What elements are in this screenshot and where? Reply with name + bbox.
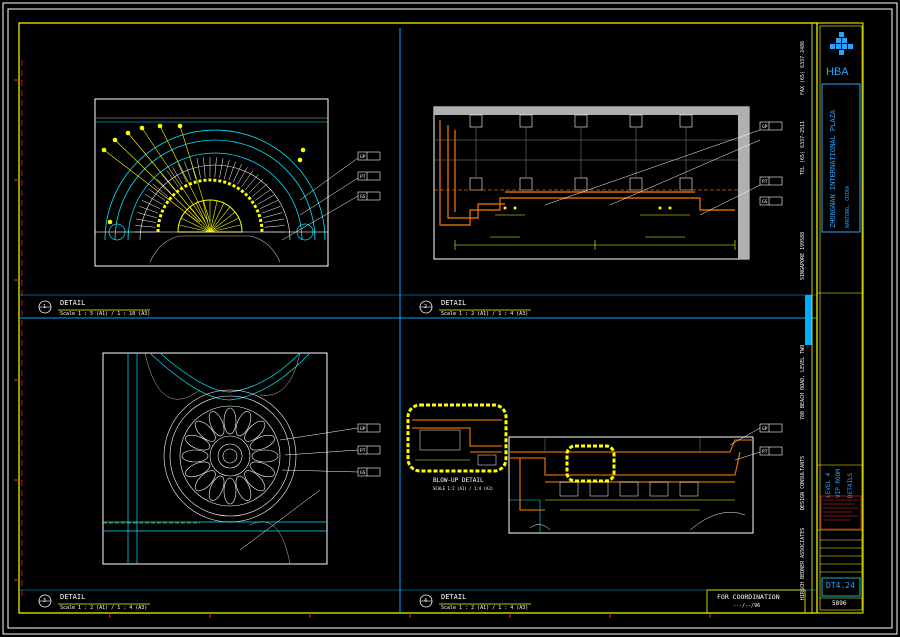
coordination-code: ---/--/96 (733, 603, 761, 609)
callout-tag-label: GS (360, 194, 366, 200)
callout-tag-label: GP (762, 124, 768, 130)
consultant-fax: FAX (65) 6337-2486 (800, 40, 806, 95)
detail-3-number: 3 (43, 597, 47, 604)
detail-4-number: 4 (424, 597, 428, 604)
callout-tag-label: PT (360, 448, 366, 454)
callout-tag-label: GP (360, 426, 366, 432)
consultant-name: HIRSCH BEDNER ASSOCIATES (800, 527, 806, 600)
consultant-city: SINGAPORE 199588 (800, 231, 806, 280)
detail-4-label: DETAIL (441, 593, 467, 601)
consultant-tel: TEL (65) 6337-2511 (800, 120, 806, 175)
hba-logo-icon (830, 32, 853, 55)
callout-tag-label: PT (360, 174, 366, 180)
detail-1-label: DETAIL (60, 299, 86, 307)
coordination-label: FOR COORDINATION (717, 593, 780, 601)
drawing-canvas: GP PT GS GP PT GS GP PT GS GP PT (2, 2, 898, 635)
detail-3-drawing (102, 352, 359, 565)
detail-2-label: DETAIL (441, 299, 467, 307)
project-name: ZHONGNAN INTERNATIONAL PLAZA (829, 109, 837, 228)
drawing-number: DT4.24 (826, 581, 855, 590)
sheet-code: 5896 (832, 600, 847, 607)
sheet-room: VIP ROOM (835, 469, 842, 498)
callout-tag-label: GS (360, 470, 366, 476)
design-consultants: DESIGN CONSULTANTS (800, 455, 806, 510)
consultant-address: 780 BEACH ROAD, LEVEL TWO (800, 344, 806, 420)
blowup-scale: SCALE 1:2 (A1) / 1:4 (A3) (433, 486, 494, 491)
detail-1-scale: Scale 1 : 5 (A1) / 1 : 10 (A3) (60, 311, 151, 317)
detail-4-scale: Scale 1 : 2 (A1) / 1 : 4 (A3) (441, 605, 529, 611)
detail-2-scale: Scale 1 : 2 (A1) / 1 : 4 (A3) (441, 311, 529, 317)
detail-2-number: 2 (424, 303, 428, 310)
brand-name: HBA (826, 66, 849, 78)
detail-4-drawing (406, 403, 761, 534)
callout-tag-label: GS (762, 199, 768, 205)
detail-1-number: 1 (43, 303, 47, 310)
detail-3-scale: Scale 1 : 2 (A1) / 1 : 4 (A3) (60, 605, 148, 611)
sheet-level: LEVEL 4 (825, 472, 832, 498)
callout-tag-label: GP (762, 426, 768, 432)
detail-1-drawing (94, 98, 359, 267)
detail-3-label: DETAIL (60, 593, 86, 601)
project-location: NANTONG, CHINA (845, 185, 851, 228)
blowup-label: BLOW-UP DETAIL (433, 477, 484, 484)
detail-2-drawing (433, 106, 761, 260)
callout-tag-label: PT (762, 179, 768, 185)
callout-tag-label: PT (762, 449, 768, 455)
sheet-type: DETAILS (847, 472, 854, 498)
callout-tag-label: GP (360, 154, 366, 160)
